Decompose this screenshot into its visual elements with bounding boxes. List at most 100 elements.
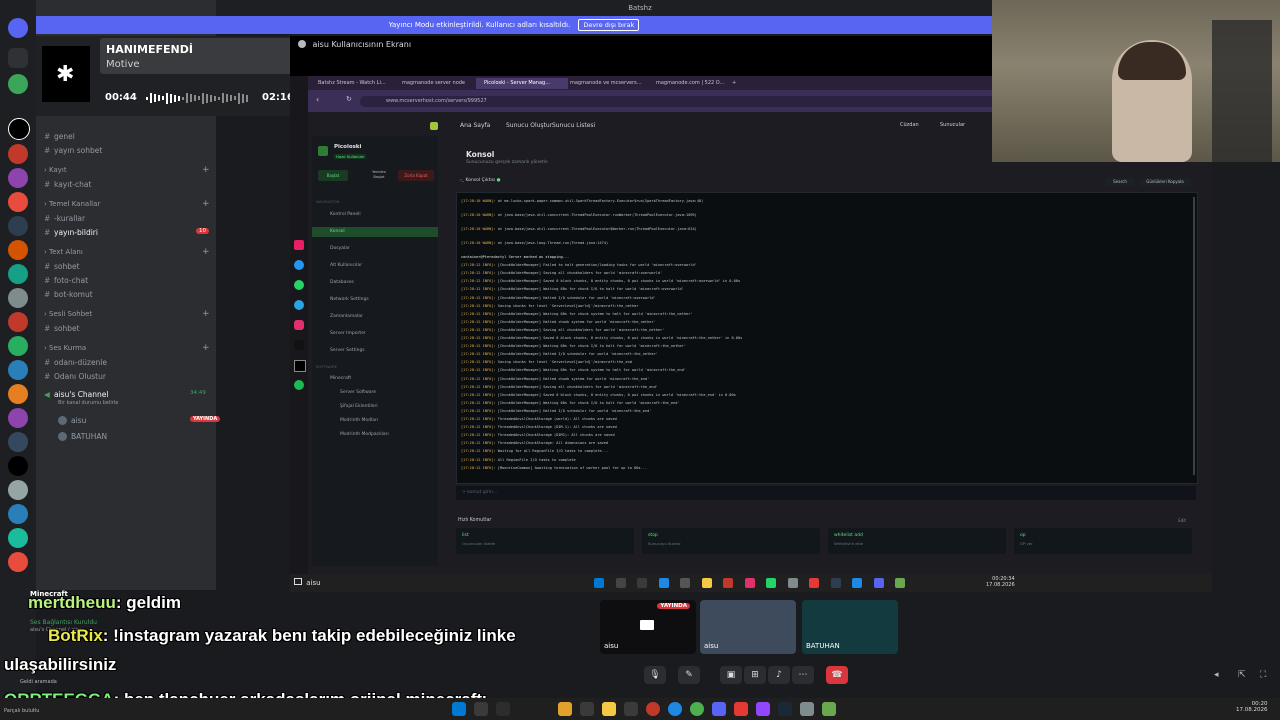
taskbar-app-icon[interactable] [744,578,755,588]
search-icon[interactable] [474,702,488,716]
taskbar-app-icon[interactable] [680,578,690,588]
server-icon[interactable] [8,74,28,94]
sidebar-item[interactable]: Dosyalar [330,244,350,254]
microphone-button[interactable]: 🎙 [644,666,666,684]
channel-item[interactable]: # Odanı Olustur [44,372,106,381]
store-icon[interactable] [624,702,638,716]
youtube-icon[interactable] [734,702,748,716]
channel-item[interactable]: # odanı-düzenle [44,358,107,367]
force-stop-button[interactable]: Zorla Kapat [398,170,434,181]
fullscreen-icon[interactable]: ⛶ [1260,670,1266,680]
channel-category[interactable]: › Kayıt + [44,165,210,175]
server-icon[interactable] [8,192,28,212]
server-icon[interactable] [8,504,28,524]
taskbar-app-icon[interactable] [615,578,626,588]
channel-item[interactable]: # bot-komut [44,290,93,299]
taskbar-app-icon[interactable] [701,578,712,588]
whatsapp-icon[interactable] [294,280,304,290]
reload-icon[interactable]: ↻ [346,95,352,103]
software-item[interactable]: Server Software [340,390,376,395]
server-icon[interactable] [8,240,28,260]
url-input[interactable]: www.mcserverhost.com/servers/999527 [360,96,1026,107]
browser-tab[interactable]: magmanode server node [394,78,482,89]
more-button[interactable]: ⋯ [792,666,814,684]
opera-icon[interactable] [646,702,660,716]
sidebar-item[interactable]: Network Settings [330,295,369,305]
sidebar-item[interactable]: Server Settings [330,346,365,356]
console-search-button[interactable]: Search [1106,178,1134,186]
tiktok-icon[interactable] [294,340,304,350]
sidebar-item[interactable]: Konsol [312,227,438,237]
minecraft-icon[interactable] [822,702,836,716]
taskbar-app-icon[interactable] [766,578,776,588]
folder-icon[interactable] [602,702,616,716]
software-item[interactable]: Şifajal Eklentileri [340,404,378,409]
channel-item[interactable]: # yayın-bildiri 10 [44,228,209,237]
channel-item[interactable]: # kayıt-chat [44,180,91,189]
spotify-icon[interactable] [294,380,304,390]
voice-member[interactable]: aisu YAYINDA [58,416,221,425]
server-icon[interactable] [8,118,30,140]
taskbar-app-icon[interactable] [637,578,647,588]
start-icon[interactable] [452,702,466,716]
participant-tile[interactable]: BATUHAN [802,600,898,654]
instagram-icon[interactable] [294,320,304,330]
discord-icon[interactable] [712,702,726,716]
server-icon[interactable] [8,288,28,308]
copy-logs-button[interactable]: Günlükleri Kopyala [1140,178,1190,186]
voice-status[interactable]: Bir kanal durumu belirle [58,400,118,406]
discord-home-icon[interactable] [8,18,28,38]
browser-tab[interactable]: magmanode.com | 522 O... [648,78,742,89]
sidebar-item[interactable]: Alt Kullanıcılar [330,261,362,271]
taskbar-app-icon[interactable] [723,578,733,588]
screen-share-button[interactable]: ▣ [720,666,742,684]
taskbar-app-icon[interactable] [873,578,884,588]
channel-item[interactable]: # sohbet [44,324,80,333]
add-channel-icon[interactable]: + [202,165,210,175]
channel-category[interactable]: › Temel Kanallar + [44,199,210,209]
sidebar-item[interactable]: Zamanlamalar [330,312,363,322]
messenger-icon[interactable] [294,260,304,270]
software-item[interactable]: Minecraft [330,376,351,381]
start-button[interactable]: Başlat [318,170,348,181]
sidebar-item[interactable]: Databases [330,278,354,288]
voice-member[interactable]: BATUHAN [58,432,107,441]
telegram-icon[interactable] [294,300,304,310]
add-channel-icon[interactable]: + [202,343,210,353]
server-icon[interactable] [8,144,28,164]
restart-button[interactable]: Yeniden Başlat [366,170,392,181]
quick-command-card[interactable]: list Oyuncuları listele [456,528,634,554]
add-channel-icon[interactable]: + [202,309,210,319]
quick-command-card[interactable]: op OP ver [1014,528,1192,554]
edge-icon[interactable] [668,702,682,716]
new-tab-icon[interactable]: + [732,78,742,89]
site-nav-link-right[interactable]: Sunucular [940,122,965,128]
browser-tab[interactable]: Picoloski - Server Manag... [476,78,568,89]
sidebar-item[interactable]: Kontrol Paneli [330,210,361,220]
settings-icon[interactable] [800,702,814,716]
channel-category[interactable]: › Text Alanı + [44,247,210,257]
chrome-icon[interactable] [690,702,704,716]
taskbar-app-icon[interactable] [830,578,841,588]
channel-item[interactable]: # -kurallar [44,214,85,223]
browser-tab[interactable]: magmanode ve mcservers... [562,78,654,89]
channel-category[interactable]: › Sesli Sohbet + [44,309,210,319]
server-icon[interactable] [8,432,28,452]
taskbar-app-icon[interactable] [594,578,604,588]
browser-tab[interactable]: Batshz Stream - Watch Li... [310,78,400,89]
disconnect-button[interactable]: ☎ [826,666,848,684]
disable-streamer-mode-button[interactable]: Devre dışı bırak [578,19,640,31]
channel-item[interactable]: # foto-chat [44,276,88,285]
soundboard-button[interactable]: ♪ [768,666,790,684]
taskbar-app-icon[interactable] [895,578,905,588]
app-icon[interactable] [580,702,594,716]
software-item[interactable]: Modrinth Modpackları [340,432,389,437]
server-icon[interactable] [8,48,28,68]
server-icon[interactable] [8,456,28,476]
server-icon[interactable] [8,480,28,500]
file-explorer-icon[interactable] [558,702,572,716]
taskbar-app-icon[interactable] [852,578,862,588]
site-nav-link-right[interactable]: Cüzdan [900,122,919,128]
taskbar-app-icon[interactable] [809,578,819,588]
server-icon[interactable] [8,336,28,356]
